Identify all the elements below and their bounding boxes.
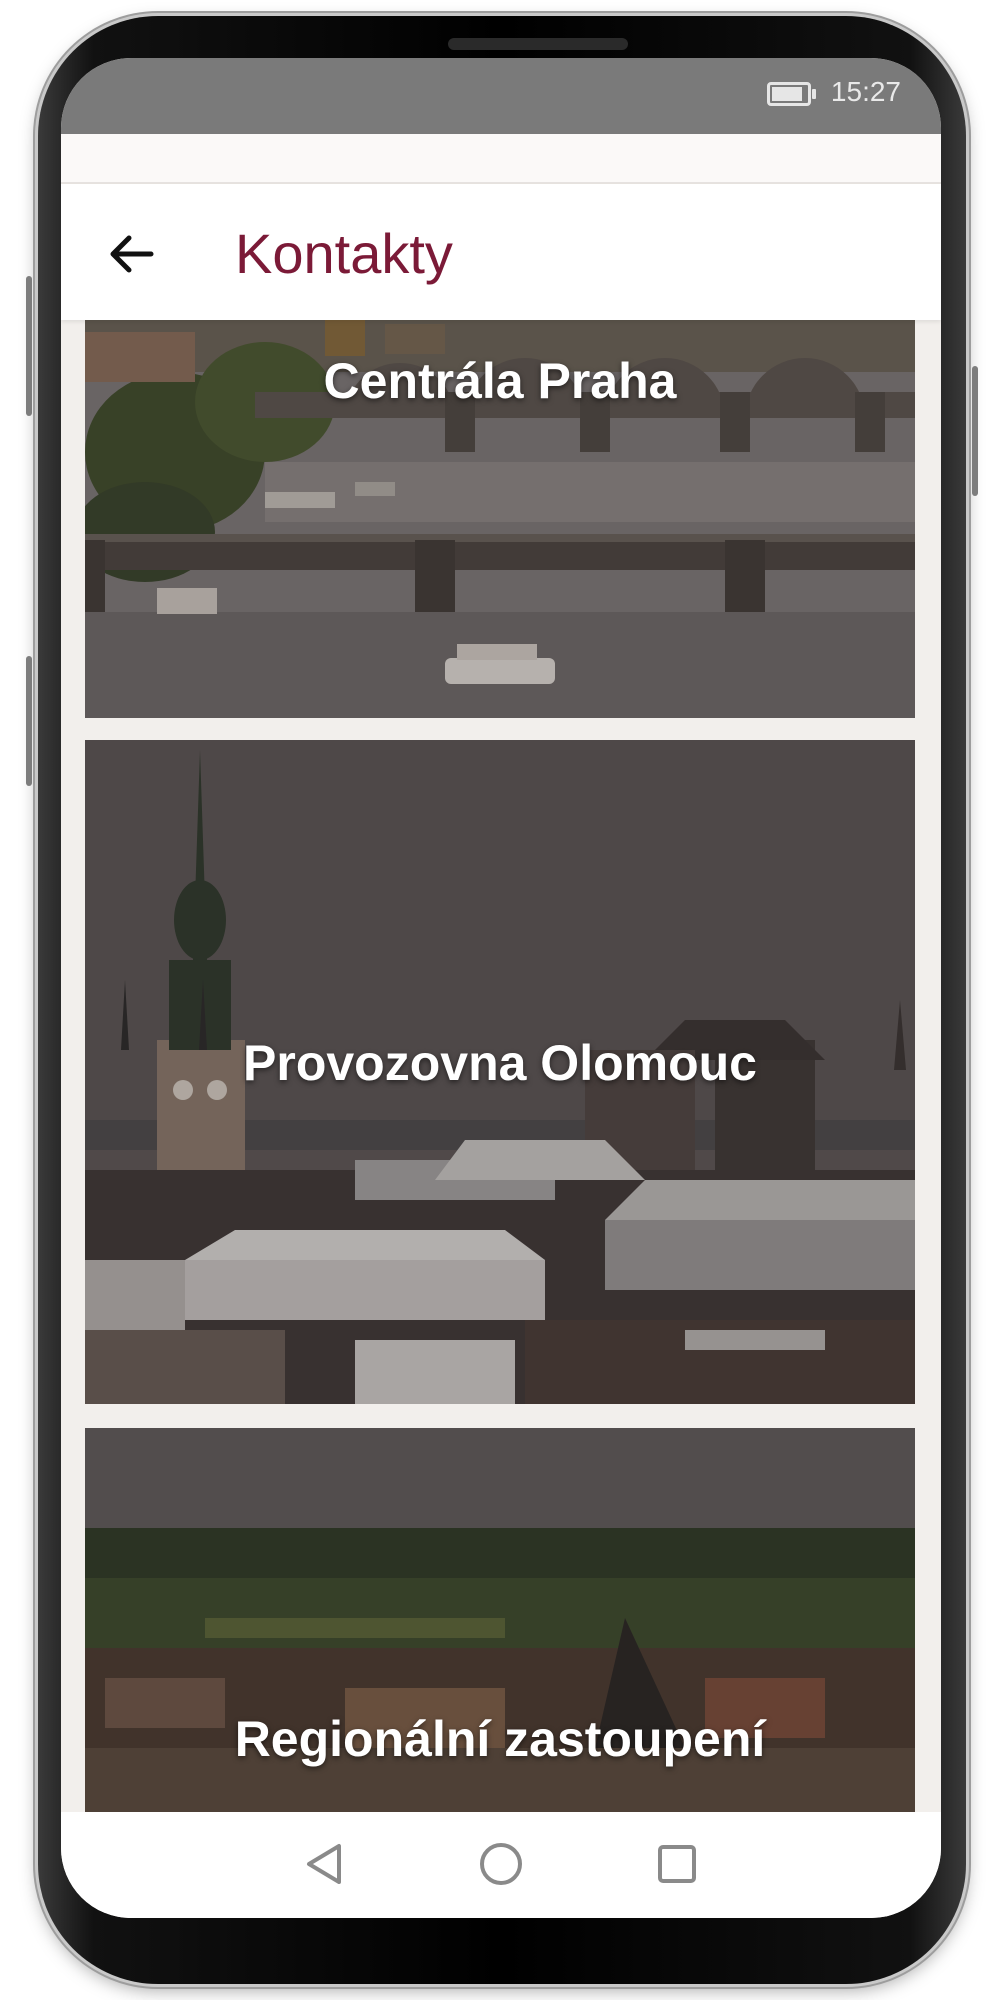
battery-icon <box>767 82 816 106</box>
nav-home-button[interactable] <box>473 1836 529 1892</box>
side-button <box>26 656 32 786</box>
status-time: 15:27 <box>830 76 901 107</box>
nav-back-triangle-icon <box>307 1844 341 1884</box>
nav-back-button[interactable] <box>297 1836 353 1892</box>
location-label: Provozovna Olomouc <box>243 1035 757 1091</box>
location-label: Centrála Praha <box>323 353 677 409</box>
back-button[interactable] <box>99 222 163 286</box>
location-card-regional[interactable]: Regionální zastoupení <box>85 1428 915 1812</box>
location-card-olomouc[interactable]: Provozovna Olomouc <box>85 740 915 1404</box>
page-title: Kontakty <box>235 222 453 285</box>
volume-button <box>26 276 32 416</box>
app-bar: Kontakty <box>61 184 941 320</box>
location-label: Regionální zastoupení <box>234 1711 766 1767</box>
earpiece-speaker <box>448 38 628 50</box>
power-button <box>972 366 978 496</box>
system-nav-bar <box>61 1812 941 1918</box>
nav-recents-square-icon <box>658 1845 696 1883</box>
nav-home-circle-icon <box>480 1843 522 1885</box>
arrow-back-icon <box>110 235 154 273</box>
nav-recents-button[interactable] <box>649 1836 705 1892</box>
location-card-praha[interactable]: Centrála Praha <box>85 320 915 718</box>
locations-list: Centrála Praha Provozovna Olomouc Region… <box>61 320 941 1812</box>
status-bar: 15:27 <box>61 58 941 134</box>
header-strip <box>61 134 941 184</box>
screen: 15:27 Kontakty Centrála Praha Provozovna… <box>61 58 941 1918</box>
